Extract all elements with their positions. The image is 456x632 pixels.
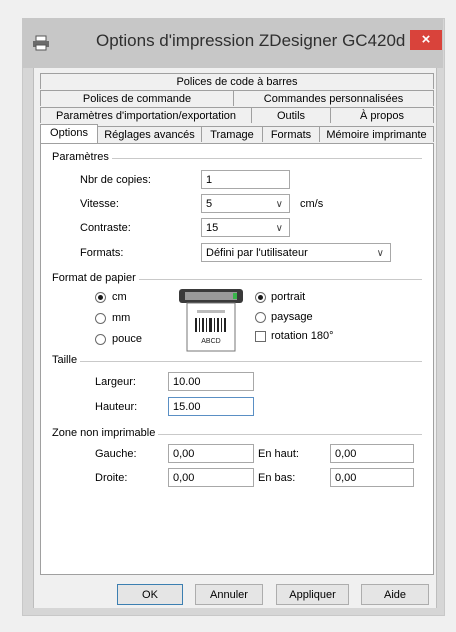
close-button[interactable]: × (410, 30, 442, 50)
tab-label: Commandes personnalisées (263, 93, 404, 105)
tab-a-propos[interactable]: À propos (330, 107, 434, 123)
label-image-text: ABCD (201, 338, 220, 345)
label-roll-image: ABCD (179, 289, 243, 352)
formats-value: Défini par l'utilisateur (206, 247, 308, 259)
copies-label: Nbr de copies: (80, 174, 151, 186)
ok-button[interactable]: OK (117, 584, 183, 605)
droite-input[interactable]: 0,00 (168, 468, 254, 487)
radio-portrait[interactable] (255, 292, 266, 303)
tab-label: Polices de commande (82, 93, 192, 105)
tab-label: Formats (270, 129, 312, 141)
group-parametres-label: Paramètres (52, 151, 112, 163)
haut-label: En haut: (258, 448, 299, 460)
haut-input[interactable]: 0,00 (330, 444, 414, 463)
bas-input[interactable]: 0,00 (330, 468, 414, 487)
vitesse-value: 5 (206, 198, 213, 210)
chevron-down-icon: ∨ (275, 199, 283, 210)
tab-reglages-avances[interactable]: Réglages avancés (97, 126, 202, 142)
chevron-down-icon: ∨ (275, 223, 283, 234)
vitesse-select[interactable]: 5 ∨ (201, 194, 290, 213)
tab-polices-commande[interactable]: Polices de commande (40, 90, 234, 106)
radio-paysage-label: paysage (271, 311, 313, 323)
close-icon: × (421, 31, 431, 48)
contraste-value: 15 (206, 222, 219, 234)
tab-label: Polices de code à barres (176, 76, 298, 88)
copies-input[interactable]: 1 (201, 170, 290, 189)
aide-button[interactable]: Aide (361, 584, 429, 605)
formats-label: Formats: (80, 247, 124, 259)
radio-portrait-label: portrait (271, 291, 306, 303)
tab-polices-code-barres[interactable]: Polices de code à barres (40, 73, 434, 89)
tab-parametres-import-export[interactable]: Paramètres d'importation/exportation (40, 107, 252, 123)
radio-pouce[interactable] (95, 334, 106, 345)
tab-outils[interactable]: Outils (251, 107, 331, 123)
hauteur-label: Hauteur: (95, 401, 138, 413)
rotation-label: rotation 180° (271, 330, 334, 342)
tab-options[interactable]: Options (40, 124, 98, 143)
tab-label: Paramètres d'importation/exportation (55, 110, 237, 122)
tab-label: Mémoire imprimante (326, 129, 427, 141)
tab-formats[interactable]: Formats (262, 126, 320, 142)
gauche-input[interactable]: 0,00 (168, 444, 254, 463)
radio-pouce-label: pouce (112, 333, 142, 345)
radio-mm[interactable] (95, 313, 106, 324)
group-taille-label: Taille (52, 354, 81, 366)
chevron-down-icon: ∨ (376, 248, 384, 259)
appliquer-button[interactable]: Appliquer (276, 584, 349, 605)
printer-icon (33, 35, 49, 51)
annuler-button[interactable]: Annuler (195, 584, 263, 605)
tab-label: Tramage (210, 129, 254, 141)
group-divider (52, 361, 422, 362)
tab-label: Outils (276, 110, 306, 122)
contraste-select[interactable]: 15 ∨ (201, 218, 290, 237)
contraste-label: Contraste: (80, 222, 131, 234)
gauche-label: Gauche: (95, 448, 137, 460)
group-zone-label: Zone non imprimable (52, 427, 159, 439)
tab-memoire-imprimante[interactable]: Mémoire imprimante (319, 126, 434, 142)
bas-label: En bas: (258, 472, 296, 484)
rotation-checkbox[interactable] (255, 331, 266, 342)
hauteur-input[interactable]: 15.00 (168, 397, 254, 416)
tab-label: Options (50, 127, 88, 139)
radio-cm[interactable] (95, 292, 106, 303)
window-title: Options d'impression ZDesigner GC420d (96, 31, 406, 50)
tab-label: À propos (359, 110, 405, 122)
vitesse-unit: cm/s (300, 198, 324, 210)
tab-label: Réglages avancés (104, 129, 195, 141)
droite-label: Droite: (95, 472, 128, 484)
largeur-input[interactable]: 10.00 (168, 372, 254, 391)
group-format-papier-label: Format de papier (52, 272, 139, 284)
tab-tramage[interactable]: Tramage (201, 126, 263, 142)
radio-cm-label: cm (112, 291, 127, 303)
tab-commandes-personnalisees[interactable]: Commandes personnalisées (233, 90, 434, 106)
radio-paysage[interactable] (255, 312, 266, 323)
radio-mm-label: mm (112, 312, 131, 324)
formats-select[interactable]: Défini par l'utilisateur ∨ (201, 243, 391, 262)
largeur-label: Largeur: (95, 376, 136, 388)
vitesse-label: Vitesse: (80, 198, 119, 210)
